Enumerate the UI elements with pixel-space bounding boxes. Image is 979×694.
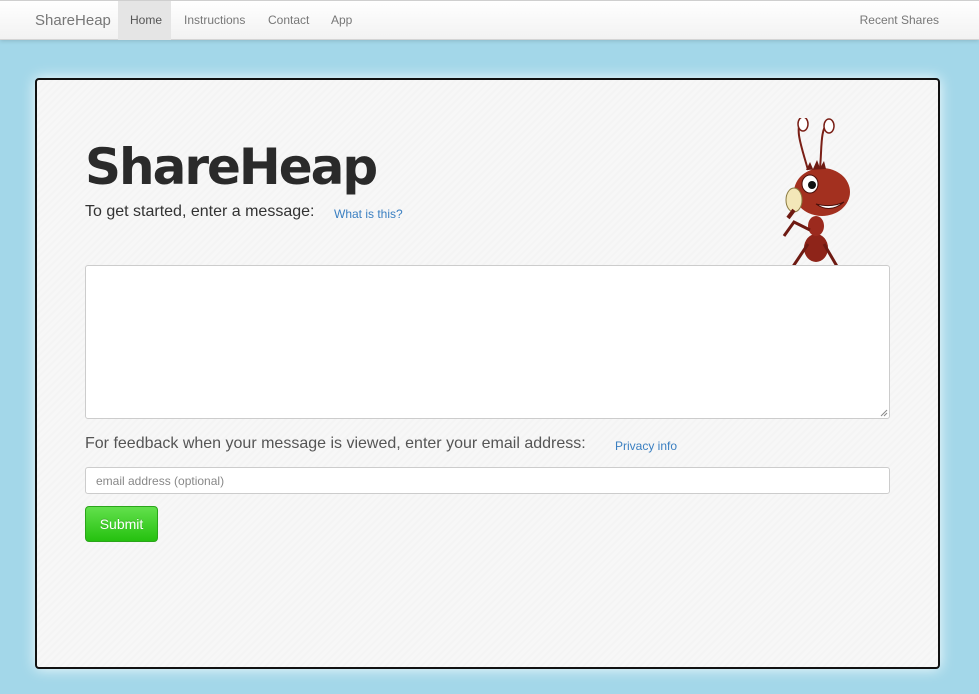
message-prompt: To get started, enter a message:: [85, 203, 315, 220]
nav-app[interactable]: App: [319, 1, 364, 40]
message-textarea[interactable]: [85, 265, 890, 419]
navbar-brand[interactable]: ShareHeap: [35, 12, 111, 29]
nav-instructions[interactable]: Instructions: [172, 1, 257, 40]
submit-button[interactable]: Submit: [85, 506, 158, 542]
top-navbar: ShareHeap Home Instructions Contact App …: [0, 0, 979, 40]
what-is-this-link[interactable]: What is this?: [334, 207, 403, 221]
main-panel: ShareHeap To get started, enter a messag…: [35, 78, 940, 669]
ant-mascot-icon: [782, 118, 850, 268]
privacy-info-link[interactable]: Privacy info: [615, 439, 677, 453]
nav-home[interactable]: Home: [118, 1, 171, 40]
logo-title: ShareHeap: [85, 138, 378, 196]
resize-grip-icon[interactable]: [880, 409, 888, 417]
nav-contact[interactable]: Contact: [256, 1, 321, 40]
nav-recent-shares[interactable]: Recent Shares: [848, 1, 951, 40]
email-input[interactable]: [85, 467, 890, 494]
feedback-label: For feedback when your message is viewed…: [85, 435, 586, 452]
